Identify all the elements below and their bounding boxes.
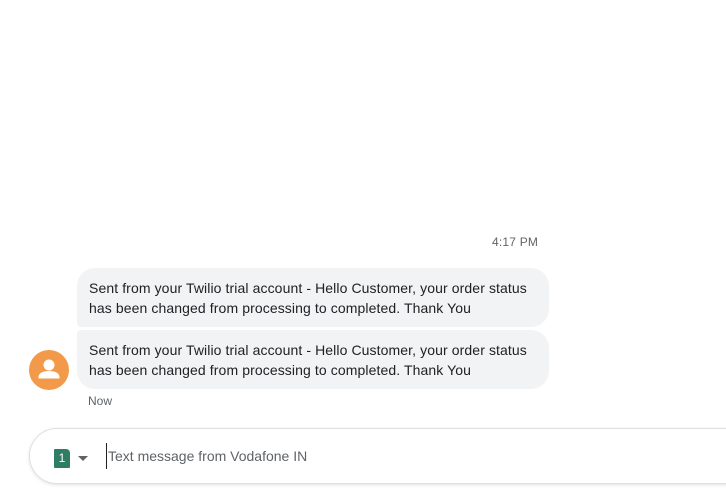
avatar[interactable] <box>29 350 69 390</box>
conversation-view: 4:17 PM Sent from your Twilio trial acco… <box>0 0 726 500</box>
message-input[interactable] <box>106 443 708 469</box>
message-composer: 1 <box>29 428 726 484</box>
sim-selector[interactable]: 1 <box>54 448 88 468</box>
sim-card-icon: 1 <box>54 448 70 468</box>
caret-down-icon <box>78 455 88 461</box>
message-bubble[interactable]: Sent from your Twilio trial account - He… <box>77 330 549 389</box>
message-timestamp: 4:17 PM <box>492 235 539 249</box>
person-icon <box>38 359 60 379</box>
message-bubble[interactable]: Sent from your Twilio trial account - He… <box>77 268 549 327</box>
message-status: Now <box>88 394 113 408</box>
